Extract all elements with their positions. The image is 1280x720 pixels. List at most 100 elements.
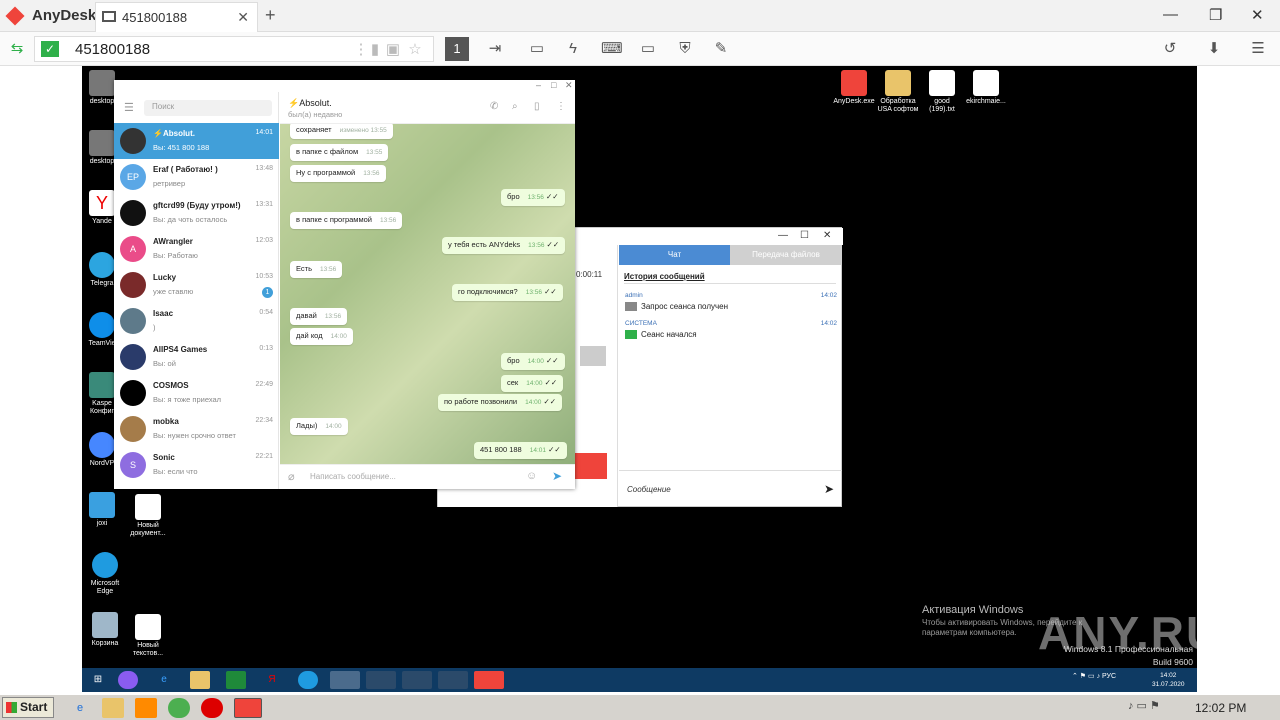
- session-message-input[interactable]: Сообщение ➤: [619, 470, 842, 507]
- remote-desktop[interactable]: desktop desktop Y Yande Telegra TeamVie …: [82, 66, 1197, 692]
- chat-item[interactable]: Isaac ) 0:54: [114, 303, 279, 339]
- favorite-icon[interactable]: ☆: [405, 41, 425, 59]
- entry-author: СИСТЕМА: [625, 320, 657, 327]
- start-button[interactable]: Start: [2, 697, 54, 718]
- switch-sides-icon[interactable]: ⇥: [485, 40, 505, 58]
- menu-icon[interactable]: ☰: [1248, 40, 1268, 58]
- desktop-icon[interactable]: Новый документ...: [120, 494, 176, 538]
- conversation-title[interactable]: ⚡Absolut.: [288, 98, 332, 109]
- chat-preview: ретривер: [153, 179, 186, 188]
- chat-time: 0:13: [259, 345, 273, 352]
- close-icon[interactable]: ✕: [823, 230, 831, 241]
- more-icon[interactable]: ⋮: [556, 101, 566, 112]
- desktop-icon[interactable]: ekirchmaie...: [958, 70, 1014, 106]
- search-icon[interactable]: ⌕: [512, 101, 518, 112]
- message-outgoing: сек 14:00 ✓✓: [501, 375, 564, 392]
- message-area[interactable]: сохраняет изменено 13:55 в папке с файлом…: [280, 124, 575, 464]
- close-window-icon[interactable]: ✕: [1251, 6, 1264, 24]
- chat-preview: Вы: 451 800 188: [153, 143, 210, 152]
- tab-chat[interactable]: Чат: [619, 245, 730, 265]
- session-tabs: Чат Передача файлов: [619, 245, 842, 265]
- desktop-icon[interactable]: Новый текстов...: [120, 614, 176, 658]
- send-icon[interactable]: ➤: [824, 482, 834, 496]
- store-icon[interactable]: [226, 671, 246, 689]
- ie-icon[interactable]: e: [69, 698, 91, 718]
- chat-item[interactable]: ⚡Absolut. Вы: 451 800 188 14:01: [114, 123, 279, 159]
- telegram-taskbar-icon[interactable]: [330, 671, 360, 689]
- folder-icon[interactable]: [102, 698, 124, 718]
- minimize-icon[interactable]: –: [536, 80, 541, 90]
- tab-file-transfer[interactable]: Передача файлов: [730, 245, 842, 265]
- chat-item[interactable]: mobka Вы: нужен срочно ответ 22:34: [114, 411, 279, 447]
- minimize-icon[interactable]: —: [1163, 6, 1178, 23]
- actions-icon[interactable]: ϟ: [563, 40, 583, 58]
- chat-name: Sonic: [153, 453, 175, 462]
- edge-icon[interactable]: [298, 671, 318, 689]
- history-divider: [624, 283, 836, 284]
- chat-name: AWrangler: [153, 237, 193, 246]
- chat-icon[interactable]: ▭: [527, 40, 547, 58]
- search-input[interactable]: Поиск: [144, 100, 272, 116]
- avatar: [120, 416, 146, 442]
- phone-icon[interactable]: ✆: [490, 101, 498, 112]
- recycle-bin-icon: [92, 612, 118, 638]
- chat-item[interactable]: S Sonic Вы: если что 22:21: [114, 447, 279, 483]
- emoji-icon[interactable]: ☺: [526, 470, 537, 482]
- chat-item[interactable]: COSMOS Вы: я тоже приехал 22:49: [114, 375, 279, 411]
- chat-preview: Вы: да чоть осталось: [153, 215, 228, 224]
- session-started-icon: [625, 330, 637, 339]
- chat-item[interactable]: gftcrd99 (Буду утром!) Вы: да чоть остал…: [114, 195, 279, 231]
- teamviewer-icon: [89, 312, 115, 338]
- maximize-icon[interactable]: □: [551, 80, 556, 90]
- teamviewer-taskbar-icon[interactable]: [402, 671, 432, 689]
- media-player-icon[interactable]: [135, 698, 157, 718]
- close-icon[interactable]: ✕: [565, 80, 573, 91]
- display-icon[interactable]: ▭: [638, 40, 658, 58]
- windows-start-icon[interactable]: ⊞: [88, 671, 108, 689]
- anydesk-taskbar-icon[interactable]: [474, 671, 504, 689]
- screenshot-icon[interactable]: ▣: [383, 41, 403, 59]
- permissions-icon[interactable]: ⛨: [675, 40, 695, 58]
- keyboard-icon[interactable]: ⌨: [601, 40, 623, 58]
- desktop-icon[interactable]: Microsoft Edge: [82, 552, 133, 596]
- chrome-icon[interactable]: [168, 698, 190, 718]
- entry-text: Сеанс начался: [641, 330, 697, 339]
- close-tab-icon[interactable]: ✕: [237, 9, 249, 26]
- address-value: 451800188: [75, 41, 151, 58]
- session-tab[interactable]: 451800188 ✕: [95, 2, 258, 32]
- maximize-icon[interactable]: ❐: [1209, 6, 1222, 24]
- app-title: AnyDesk: [32, 7, 97, 24]
- chat-item[interactable]: EP Eraf ( Работаю! ) ретривер 13:48: [114, 159, 279, 195]
- chat-item[interactable]: A AWrangler Вы: Работаю 12:03: [114, 231, 279, 267]
- request-icon: [625, 302, 637, 311]
- chat-item[interactable]: AllPS4 Games Вы: ой 0:13: [114, 339, 279, 375]
- whiteboard-icon[interactable]: ✎: [711, 40, 731, 58]
- chat-preview: Вы: ой: [153, 359, 176, 368]
- message-placeholder: Написать сообщение...: [310, 472, 396, 481]
- alice-icon[interactable]: [118, 671, 138, 689]
- explorer-icon[interactable]: [190, 671, 210, 689]
- anydesk-taskbar-icon[interactable]: [234, 698, 262, 718]
- attach-icon[interactable]: ⌀: [288, 470, 295, 483]
- avatar: [120, 380, 146, 406]
- monitor-select-button[interactable]: 1: [445, 37, 469, 61]
- sidebar-icon[interactable]: ▯: [534, 101, 540, 112]
- anydesk-toolbar: ⇆ ✓ 451800188 ⋮ ▮ ▣ ☆ 1 ⇥ ▭ ϟ ⌨ ▭ ⛨ ✎ ↺ …: [0, 32, 1280, 66]
- ie-icon[interactable]: e: [154, 671, 174, 689]
- chat-item[interactable]: Lucky уже ставлю 10:53 1: [114, 267, 279, 303]
- minimize-icon[interactable]: —: [778, 230, 788, 241]
- yandex-browser-icon[interactable]: Я: [262, 671, 282, 689]
- message-incoming: дай код 14:00: [290, 328, 353, 345]
- send-icon[interactable]: ➤: [552, 469, 562, 483]
- new-tab-icon[interactable]: +: [265, 5, 276, 26]
- opera-icon[interactable]: [201, 698, 223, 718]
- history-icon[interactable]: ↺: [1160, 40, 1180, 58]
- maximize-icon[interactable]: ☐: [800, 230, 809, 241]
- hamburger-menu-icon[interactable]: ☰: [124, 101, 134, 114]
- app-taskbar-icon[interactable]: [438, 671, 468, 689]
- nordvpn-taskbar-icon[interactable]: [366, 671, 396, 689]
- message-input[interactable]: ⌀ Написать сообщение... ☺ ➤: [280, 464, 575, 489]
- message-outgoing: у тебя есть ANYdeks 13:56 ✓✓: [442, 237, 566, 254]
- address-bar[interactable]: ✓ 451800188 ⋮ ▮ ▣ ☆: [34, 36, 434, 62]
- download-icon[interactable]: ⬇: [1204, 40, 1224, 58]
